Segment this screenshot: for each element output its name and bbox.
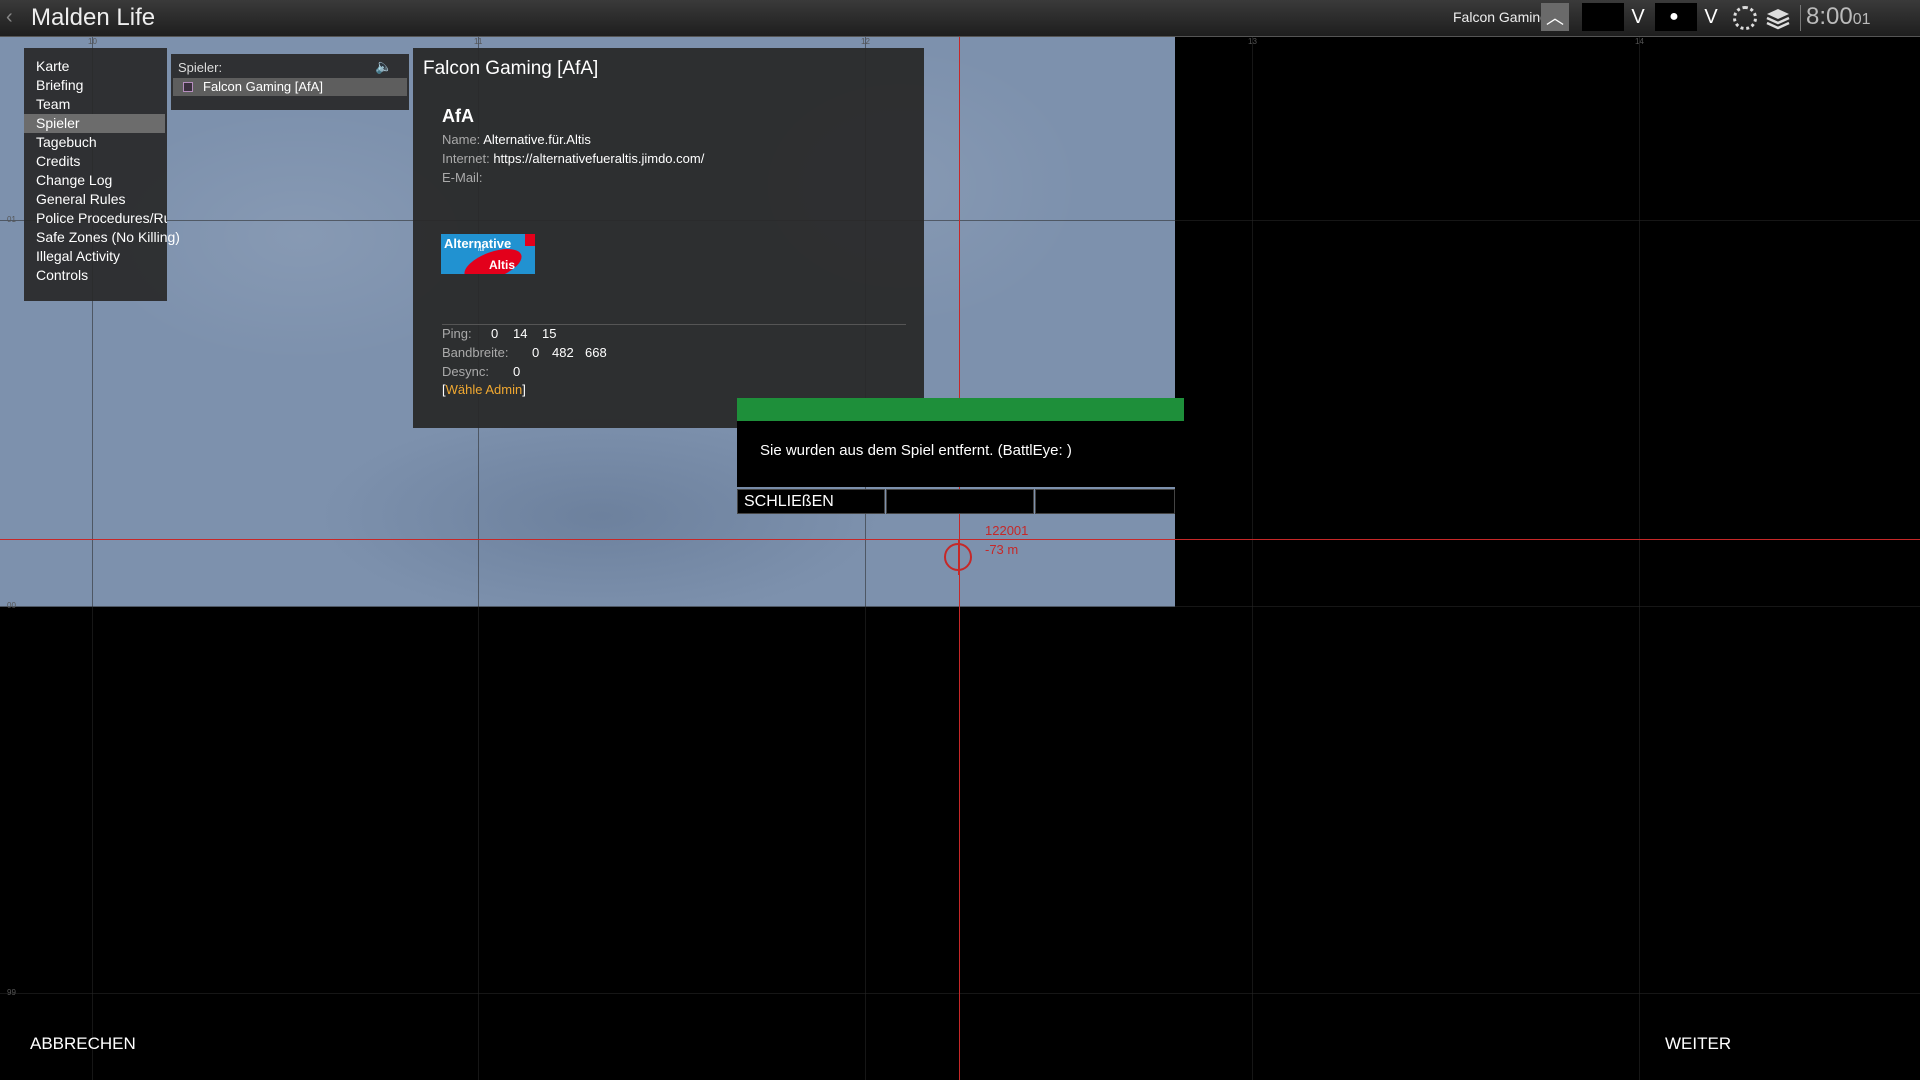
grid-label: 14: [1635, 37, 1644, 46]
squad-email-row: E-Mail:: [442, 170, 482, 185]
clock-separator: [1800, 5, 1801, 31]
back-arrow-icon[interactable]: ‹: [6, 6, 13, 29]
menu-item-change-log[interactable]: Change Log: [36, 171, 112, 190]
logo-text: Altis: [489, 258, 516, 272]
marker-color-select[interactable]: [1582, 3, 1624, 31]
menu-item-general-rules[interactable]: General Rules: [36, 190, 126, 209]
chevron-down-icon[interactable]: V: [1697, 3, 1725, 31]
grid-label: 99: [7, 988, 16, 997]
marker-distance-label: -73 m: [985, 542, 1019, 557]
ping-value: 14: [513, 326, 528, 341]
squad-name-value: Alternative.für.Altis: [483, 132, 591, 147]
top-bar: ‹ Malden Life Falcon Gaming ︿ V ● V 8:00…: [0, 0, 1920, 37]
menu-item-safe-zones[interactable]: Safe Zones (No Killing): [36, 228, 180, 247]
grid-label: 01: [7, 215, 16, 224]
squad-tag: AfA: [442, 106, 474, 126]
dialog-title-bar: [737, 398, 1184, 421]
briefing-menu: Karte Briefing Team Spieler Tagebuch Cre…: [24, 48, 180, 301]
dialog-message: Sie wurden aus dem Spiel entfernt. (Batt…: [760, 442, 1072, 459]
divider: [442, 324, 906, 325]
gps-circle-icon[interactable]: [1733, 6, 1757, 30]
player-list: Spieler: 🔈 Falcon Gaming [AfA]: [171, 54, 409, 110]
player-list-item[interactable]: Falcon Gaming [AfA]: [173, 78, 407, 96]
continue-button[interactable]: WEITER: [1665, 1034, 1731, 1054]
player-list-title: Spieler:: [178, 60, 223, 75]
speaker-icon: 🔈: [375, 58, 393, 74]
logo-text: für: [478, 247, 486, 253]
desync-label: Desync:: [442, 364, 489, 379]
dot-marker-icon: ●: [1669, 8, 1679, 25]
menu-item-illegal-activity[interactable]: Illegal Activity: [36, 247, 120, 266]
dialog-button-empty[interactable]: [1035, 489, 1175, 514]
close-button-label: SCHLIEßEN: [744, 493, 834, 510]
vote-admin-link[interactable]: Wähle Admin: [446, 382, 523, 397]
squad-logo: Alternative für Altis: [441, 234, 535, 274]
map-grid-line: [0, 993, 1920, 994]
squad-email-label: E-Mail:: [442, 170, 483, 185]
menu-item-tagebuch[interactable]: Tagebuch: [36, 133, 97, 152]
squad-internet-label: Internet:: [442, 151, 490, 166]
map-grid-line: [0, 606, 1920, 607]
marker-id-label: 122001: [985, 523, 1029, 538]
map-grid-line: [1639, 36, 1640, 1080]
bandwidth-label: Bandbreite:: [442, 345, 509, 360]
ping-value: 0: [491, 326, 499, 341]
expand-up-button[interactable]: ︿: [1541, 3, 1569, 31]
squad-name-label: Name:: [442, 132, 481, 147]
dialog-body: Sie wurden aus dem Spiel entfernt. (Batt…: [737, 421, 1175, 487]
menu-item-karte[interactable]: Karte: [36, 57, 69, 76]
squad-name-row: Name: Alternative.für.Altis: [442, 132, 591, 147]
vote-admin-row: [Wähle Admin]: [442, 382, 526, 397]
map-grid-line: [0, 220, 1920, 221]
abort-button[interactable]: ABBRECHEN: [30, 1034, 136, 1054]
bracket-close: ]: [522, 382, 526, 397]
logo-corner: [525, 234, 535, 246]
menu-item-police-procedures[interactable]: Police Procedures/Rul: [36, 209, 167, 228]
chevron-down-icon[interactable]: V: [1624, 3, 1652, 31]
bandwidth-value: 482: [552, 345, 574, 360]
grid-label: 00: [7, 601, 16, 610]
menu-item-team[interactable]: Team: [36, 95, 70, 114]
grid-label: 10: [88, 37, 97, 46]
player-checkbox[interactable]: [183, 82, 193, 92]
ping-value: 15: [542, 326, 557, 341]
squad-internet-link[interactable]: https://alternativefueraltis.jimdo.com/: [493, 151, 704, 166]
player-detail-panel: Falcon Gaming [AfA] AfA Name: Alternativ…: [413, 48, 924, 428]
desync-value: 0: [513, 364, 521, 379]
bandwidth-value: 668: [585, 345, 607, 360]
squad-internet-row: Internet: https://alternativefueraltis.j…: [442, 151, 704, 166]
grid-label: 13: [1248, 37, 1257, 46]
position-marker-icon[interactable]: [944, 539, 972, 575]
dialog-button-empty[interactable]: [886, 489, 1034, 514]
grid-label: 11: [474, 37, 483, 46]
menu-item-spieler[interactable]: Spieler: [24, 114, 165, 133]
menu-item-controls[interactable]: Controls: [36, 266, 88, 285]
cursor-crosshair-horizontal: [0, 539, 1920, 540]
game-clock: 8:0001: [1806, 3, 1871, 30]
mission-title: Malden Life: [31, 4, 156, 31]
player-name: Falcon Gaming: [1453, 9, 1548, 25]
map-grid-line: [1252, 36, 1253, 1080]
menu-item-briefing[interactable]: Briefing: [36, 76, 83, 95]
layers-icon[interactable]: [1766, 8, 1790, 30]
bandwidth-value: 0: [532, 345, 540, 360]
player-detail-title: Falcon Gaming [AfA]: [423, 58, 599, 79]
menu-item-credits[interactable]: Credits: [36, 152, 80, 171]
ping-label: Ping:: [442, 326, 472, 341]
close-button[interactable]: SCHLIEßEN: [737, 489, 885, 514]
clock-seconds: 01: [1852, 11, 1871, 28]
grid-label: 12: [861, 37, 870, 46]
player-list-item-name: Falcon Gaming [AfA]: [203, 79, 323, 94]
